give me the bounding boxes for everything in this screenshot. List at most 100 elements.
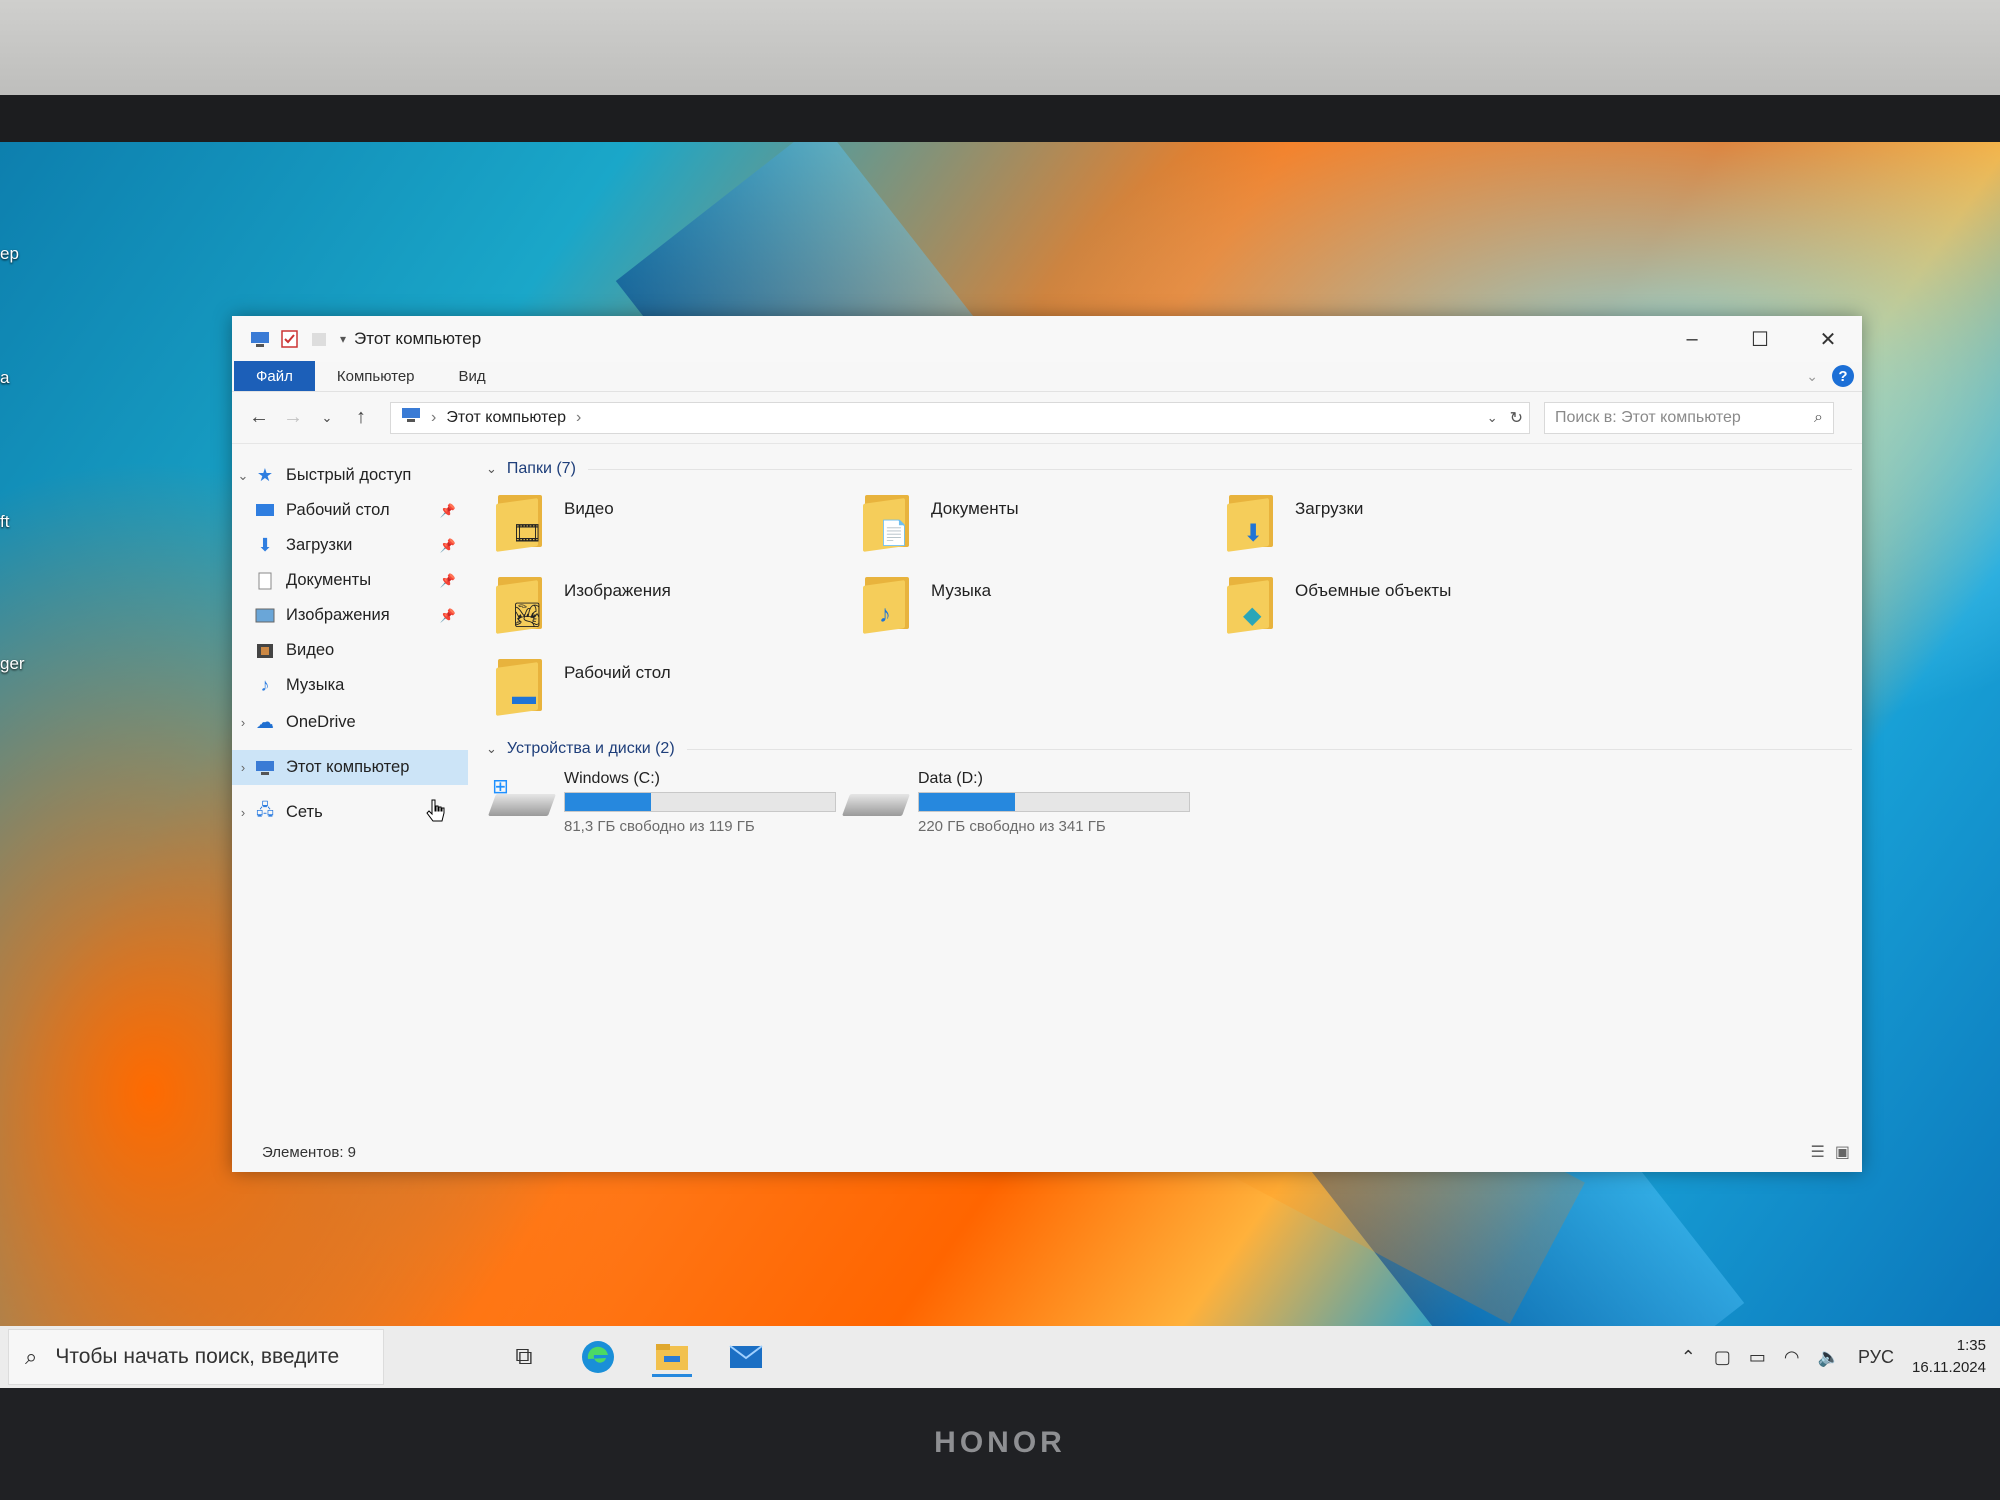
minimize-button[interactable]: – <box>1658 316 1726 362</box>
drive-free-space: 220 ГБ свободно из 341 ГБ <box>918 818 1106 835</box>
nav-item-documents[interactable]: Документы 📌 <box>232 563 468 598</box>
properties-icon[interactable] <box>280 330 300 348</box>
room-background <box>0 0 2000 100</box>
up-arrow-icon[interactable]: ↑ <box>344 406 378 429</box>
meet-now-icon[interactable]: ▢ <box>1714 1347 1731 1368</box>
chevron-down-icon[interactable]: ⌄ <box>232 468 254 484</box>
nav-label: Музыка <box>286 676 345 694</box>
nav-quick-access[interactable]: ⌄ ★ Быстрый доступ <box>232 458 468 493</box>
tab-computer[interactable]: Компьютер <box>315 361 437 391</box>
forward-arrow-icon[interactable]: → <box>276 406 310 429</box>
folder-name: Документы <box>931 499 1019 518</box>
new-folder-icon[interactable] <box>310 330 330 348</box>
nav-label: Загрузки <box>286 536 353 554</box>
folder-name: Музыка <box>931 581 992 600</box>
search-input[interactable]: Поиск в: Этот компьютер ⌕ <box>1544 401 1834 434</box>
nav-item-downloads[interactable]: ⬇ Загрузки 📌 <box>232 528 468 563</box>
document-icon <box>254 572 276 590</box>
system-drive-icon: ⊞ <box>487 770 557 824</box>
folder-documents[interactable]: 📄 Документы <box>853 490 1217 552</box>
drive-free-space: 81,3 ГБ свободно из 119 ГБ <box>564 818 755 835</box>
tab-file[interactable]: Файл <box>234 361 315 391</box>
help-button[interactable]: ? <box>1832 365 1854 387</box>
recent-locations-icon[interactable]: ⌄ <box>310 410 344 426</box>
chevron-right-icon[interactable]: › <box>232 805 254 820</box>
chevron-right-icon[interactable]: › <box>232 715 254 730</box>
maximize-button[interactable]: ☐ <box>1726 316 1794 362</box>
breadcrumb-separator-icon[interactable]: › <box>576 409 581 427</box>
chevron-right-icon[interactable]: › <box>232 760 254 775</box>
folder-downloads[interactable]: ⬇ Загрузки <box>1217 490 1577 552</box>
desktop-icon-label[interactable]: а <box>0 368 9 388</box>
address-history-chevron-icon[interactable]: ⌄ <box>1487 410 1498 426</box>
search-icon: ⌕ <box>25 1344 38 1369</box>
folder-desktop[interactable]: ▬ Рабочий стол <box>486 654 853 716</box>
nav-item-music[interactable]: ♪ Музыка <box>232 668 468 703</box>
desktop-icon-label[interactable]: ger <box>0 654 25 674</box>
chevron-down-icon[interactable]: ⌄ <box>486 461 497 477</box>
edge-browser-icon[interactable] <box>578 1337 618 1377</box>
show-hidden-icons-icon[interactable]: ⌃ <box>1681 1347 1696 1368</box>
drive-name: Windows (C:) <box>564 770 661 787</box>
cloud-icon: ☁ <box>256 712 274 732</box>
devices-group-header[interactable]: ⌄ Устройства и диски (2) <box>486 736 1862 762</box>
address-bar-row: ← → ⌄ ↑ › Этот компьютер › ⌄ ↻ Поиск в: … <box>232 392 1862 444</box>
monitor-bezel-top <box>0 95 2000 143</box>
folder-3d-objects[interactable]: ◆ Объемные объекты <box>1217 572 1577 634</box>
tab-view[interactable]: Вид <box>437 361 508 391</box>
nav-label: Изображения <box>286 606 390 624</box>
this-pc-icon <box>254 759 276 777</box>
file-explorer-taskbar-icon[interactable] <box>652 1337 692 1377</box>
nav-label: Этот компьютер <box>286 758 410 776</box>
pin-icon: 📌 <box>439 607 456 623</box>
breadcrumb-this-pc[interactable]: Этот компьютер <box>446 409 566 427</box>
details-view-icon[interactable]: ☰ <box>1811 1142 1825 1162</box>
taskbar-search-input[interactable]: ⌕ Чтобы начать поиск, введите <box>8 1329 384 1385</box>
clock[interactable]: 1:35 16.11.2024 <box>1912 1335 1986 1379</box>
address-field[interactable]: › Этот компьютер › ⌄ ↻ <box>390 401 1530 434</box>
clock-date: 16.11.2024 <box>1912 1359 1986 1376</box>
refresh-icon[interactable]: ↻ <box>1510 408 1523 428</box>
folder-video[interactable]: 🎞 Видео <box>486 490 853 552</box>
nav-label: Быстрый доступ <box>286 466 412 484</box>
mail-icon[interactable] <box>726 1337 766 1377</box>
nav-item-this-pc[interactable]: › Этот компьютер <box>232 750 468 785</box>
folders-group-header[interactable]: ⌄ Папки (7) <box>486 456 1862 482</box>
pin-icon: 📌 <box>439 537 456 553</box>
input-language[interactable]: РУС <box>1858 1347 1894 1368</box>
nav-item-video[interactable]: Видео <box>232 633 468 668</box>
quick-access-dropdown-icon[interactable]: ▾ <box>340 332 346 346</box>
wifi-icon[interactable]: ◠ <box>1784 1347 1800 1368</box>
battery-icon[interactable]: ▭ <box>1749 1347 1766 1368</box>
documents-folder-icon: 📄 <box>861 491 919 552</box>
large-icons-view-icon[interactable]: ▣ <box>1835 1142 1850 1162</box>
folder-music[interactable]: ♪ Музыка <box>853 572 1217 634</box>
title-bar[interactable]: ▾ Этот компьютер – ☐ ✕ <box>232 316 1862 362</box>
folder-pictures[interactable]: 🏞 Изображения <box>486 572 853 634</box>
drive-name: Data (D:) <box>918 770 983 787</box>
this-pc-icon[interactable] <box>250 330 270 348</box>
breadcrumb-separator-icon[interactable]: › <box>431 409 436 427</box>
taskbar: ⌕ Чтобы начать поиск, введите ⧉ ⌃ ▢ ▭ ◠ … <box>0 1326 2000 1388</box>
drive-d[interactable]: Data (D:) 220 ГБ свободно из 341 ГБ <box>841 770 1194 835</box>
close-button[interactable]: ✕ <box>1794 316 1862 362</box>
volume-icon[interactable]: 🔈 <box>1818 1347 1840 1368</box>
status-bar: Элементов: 9 ☰ ▣ <box>232 1132 1862 1172</box>
music-icon: ♪ <box>260 675 270 695</box>
nav-item-pictures[interactable]: Изображения 📌 <box>232 598 468 633</box>
devices-group-title: Устройства и диски (2) <box>506 740 675 757</box>
video-folder-icon: 🎞 <box>494 491 552 552</box>
nav-item-desktop[interactable]: Рабочий стол 📌 <box>232 493 468 528</box>
chevron-down-icon[interactable]: ⌄ <box>486 741 497 757</box>
search-icon[interactable]: ⌕ <box>1814 409 1823 427</box>
monitor-brand-logo: HONOR <box>934 1426 1066 1459</box>
drive-c[interactable]: ⊞ Windows (C:) 81,3 ГБ свободно из 119 Г… <box>487 770 840 835</box>
desktop-icon-label[interactable]: ер <box>0 244 19 264</box>
folder-name: Изображения <box>564 581 671 600</box>
task-view-icon[interactable]: ⧉ <box>504 1337 544 1377</box>
expand-ribbon-icon[interactable]: ⌄ <box>1806 368 1818 385</box>
ribbon-tabs: Файл Компьютер Вид ⌄ ? <box>232 361 1862 392</box>
back-arrow-icon[interactable]: ← <box>242 406 276 429</box>
nav-item-onedrive[interactable]: › ☁ OneDrive <box>232 705 468 740</box>
desktop-icon-label[interactable]: ft <box>0 512 9 532</box>
